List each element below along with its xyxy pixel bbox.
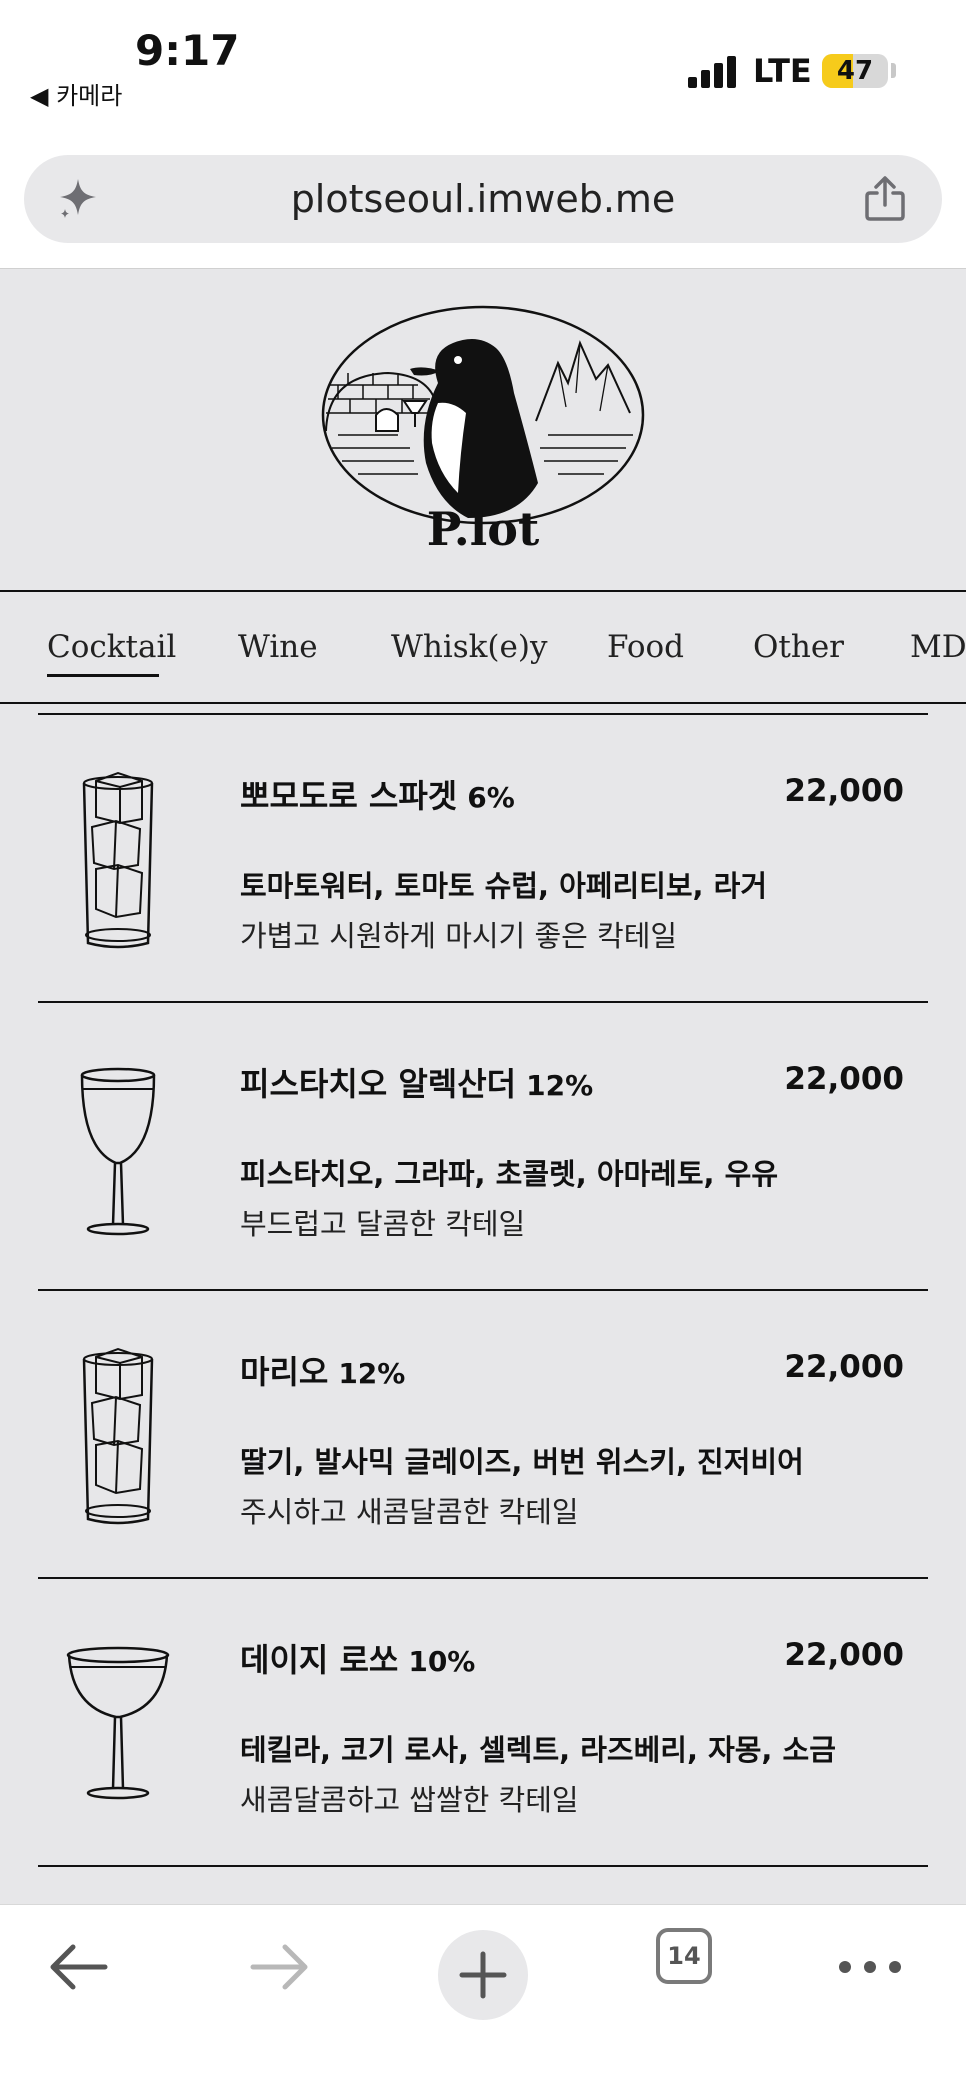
url-text[interactable]: plotseoul.imweb.me bbox=[24, 155, 942, 243]
menu-item-title: 데이지 로쏘 bbox=[240, 1641, 399, 1679]
status-bar: 9:17 ◀ 카메라 LTE 47 bbox=[0, 0, 966, 150]
wine-glass-icon bbox=[80, 1067, 156, 1236]
menu-item-name: 뽀모도로 스파겟 6% bbox=[240, 771, 515, 817]
cellular-signal-icon bbox=[688, 56, 738, 88]
menu-item-name: 마리오 12% bbox=[240, 1347, 405, 1393]
tabs-icon[interactable]: 14 bbox=[656, 1928, 712, 1984]
menu-item-abv: 10% bbox=[408, 1645, 476, 1678]
network-type: LTE bbox=[753, 52, 812, 90]
more-icon[interactable] bbox=[825, 1923, 915, 2013]
menu-item[interactable]: 피스타치오 알렉산더 12% 22,000 피스타치오, 그라파, 초콜렛, 아마… bbox=[38, 1003, 928, 1291]
forward-arrow-icon[interactable] bbox=[235, 1923, 325, 2013]
menu-item-price: 22,000 bbox=[784, 1637, 904, 1673]
active-tab-underline bbox=[47, 674, 159, 677]
battery-level: 47 bbox=[836, 56, 874, 86]
highball-glass-icon bbox=[82, 1347, 154, 1525]
menu-item-price: 22,000 bbox=[784, 773, 904, 809]
menu-item-ingredients: 피스타치오, 그라파, 초콜렛, 아마레토, 우유 bbox=[240, 1157, 779, 1191]
tab-md[interactable]: MD bbox=[910, 592, 966, 702]
tab-wine[interactable]: Wine bbox=[238, 592, 318, 702]
address-bar[interactable]: plotseoul.imweb.me bbox=[24, 155, 942, 243]
menu-item-abv: 12% bbox=[338, 1357, 406, 1390]
new-tab-button[interactable] bbox=[438, 1930, 528, 2020]
menu-item-description: 주시하고 새콤달콤한 칵테일 bbox=[240, 1495, 579, 1529]
menu-item-description: 새콤달콤하고 쌉쌀한 칵테일 bbox=[240, 1783, 579, 1817]
menu-item-ingredients: 토마토워터, 토마토 슈럽, 아페리티보, 라거 bbox=[240, 869, 767, 903]
menu-item-price: 22,000 bbox=[784, 1349, 904, 1385]
tab-food[interactable]: Food bbox=[607, 592, 684, 702]
tab-other[interactable]: Other bbox=[753, 592, 844, 702]
menu-item-description: 가볍고 시원하게 마시기 좋은 칵테일 bbox=[240, 919, 678, 953]
menu-item-abv: 12% bbox=[526, 1069, 594, 1102]
tab-cocktail[interactable]: Cocktail bbox=[47, 592, 176, 702]
back-to-app-link[interactable]: ◀ 카메라 bbox=[30, 76, 122, 111]
battery-cap bbox=[891, 63, 896, 78]
menu-item-abv: 6% bbox=[467, 781, 515, 814]
menu-item-title: 피스타치오 알렉산더 bbox=[240, 1065, 517, 1103]
menu-item-description: 부드럽고 달콤한 칵테일 bbox=[240, 1207, 526, 1241]
menu-item[interactable]: 데이지 로쏘 10% 22,000 테킬라, 코기 로사, 셀렉트, 라즈베리, … bbox=[38, 1579, 928, 1867]
browser-toolbar: 14 bbox=[0, 1904, 966, 2094]
web-page: P.lot Cocktail Wine Whisk(e)y Food Other… bbox=[0, 269, 966, 1904]
menu-item-ingredients: 딸기, 발사믹 글레이즈, 버번 위스키, 진저비어 bbox=[240, 1445, 804, 1479]
status-time: 9:17 bbox=[135, 26, 240, 75]
coupe-glass-icon bbox=[66, 1646, 170, 1800]
category-nav: Cocktail Wine Whisk(e)y Food Other MD bbox=[0, 590, 966, 704]
menu-item-ingredients: 테킬라, 코기 로사, 셀렉트, 라즈베리, 자몽, 소금 bbox=[240, 1733, 836, 1767]
plot-penguin-logo[interactable]: P.lot bbox=[318, 303, 648, 553]
logo-text: P.lot bbox=[427, 502, 540, 553]
menu-item[interactable]: 뽀모도로 스파겟 6% 22,000 토마토워터, 토마토 슈럽, 아페리티보, … bbox=[38, 715, 928, 1003]
share-icon[interactable] bbox=[862, 175, 908, 223]
menu-item-title: 마리오 bbox=[240, 1353, 329, 1391]
menu-item[interactable]: 마리오 12% 22,000 딸기, 발사믹 글레이즈, 버번 위스키, 진저비어… bbox=[38, 1291, 928, 1579]
tab-whiskey[interactable]: Whisk(e)y bbox=[391, 592, 547, 702]
highball-glass-icon bbox=[82, 771, 154, 949]
battery-icon: 47 bbox=[822, 54, 888, 88]
menu-item-name: 데이지 로쏘 10% bbox=[240, 1635, 475, 1681]
menu-item-price: 22,000 bbox=[784, 1061, 904, 1097]
back-arrow-icon[interactable] bbox=[33, 1923, 123, 2013]
plus-icon bbox=[459, 1951, 507, 1999]
menu-item-title: 뽀모도로 스파겟 bbox=[240, 777, 458, 815]
menu-item-name: 피스타치오 알렉산더 12% bbox=[240, 1059, 593, 1105]
